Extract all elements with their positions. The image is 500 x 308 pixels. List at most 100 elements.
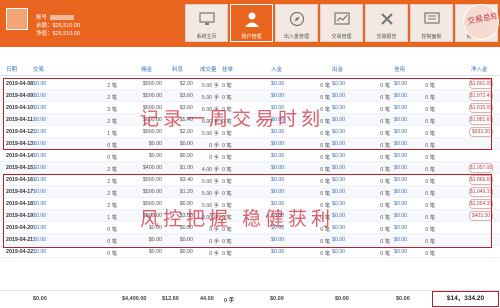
table-row[interactable]: 2019-04-09 $0.00 2 笔 $500.00 $3.60 5.00 手0 笔 $…	[0, 90, 500, 102]
cell-credit-n: 0 笔	[425, 191, 435, 197]
net-deposit-badge[interactable]: $1,891.00	[469, 79, 493, 89]
cell-commission: $500.00	[142, 177, 162, 183]
cell-volume: 5.00 手	[201, 179, 219, 185]
net-deposit-badge[interactable]: $1,881.60	[469, 115, 493, 125]
nav-funds-management[interactable]: 出入金管理	[275, 4, 318, 42]
table-row[interactable]: 2019-04-22 $0.00 0 笔 $0.00 $0.00 0 手0 笔 $0.00 0…	[0, 246, 500, 258]
cell-credit-n: 0 笔	[425, 155, 435, 161]
cell-trade: $0.00	[33, 141, 47, 147]
cell-trades: 2 笔	[107, 83, 117, 89]
col-date[interactable]: 日期	[6, 65, 17, 73]
top-header: 账号 余额：$25,510.00 净值：$25,510.00 系统主页 账户管理…	[0, 0, 500, 47]
cell-credit-n: 0 笔	[425, 203, 435, 209]
cell-withdraw-n: 0 笔	[380, 143, 390, 149]
cell-withdraw-n: 0 笔	[380, 179, 390, 185]
cell-orders: 0 笔	[222, 239, 232, 245]
col-interest[interactable]: 利息	[172, 65, 183, 73]
col-withdraw[interactable]: 出金	[332, 65, 343, 73]
cell-withdraw: $0.00	[332, 105, 346, 111]
cell-withdraw-n: 0 笔	[380, 251, 390, 257]
monitor-icon	[198, 10, 216, 28]
cell-deposit-n: 0 笔	[320, 239, 330, 245]
cell-interest: $2.00	[179, 81, 193, 87]
table-row[interactable]: 2019-04-17 $0.00 2 笔 $500.00 $1.20 5.00 手0 笔 $…	[0, 186, 500, 198]
cell-credit-n: 0 笔	[425, 143, 435, 149]
cell-withdraw-n: 0 笔	[380, 227, 390, 233]
cell-volume: 5.00 手	[201, 95, 219, 101]
cell-trade: $0.00	[33, 201, 47, 207]
equity-value: $25,510.00	[52, 31, 81, 37]
net-deposit-badge[interactable]: $933.20	[469, 127, 493, 137]
cell-date: 2019-04-17	[6, 189, 34, 195]
cell-credit: $0.00	[394, 249, 408, 255]
net-deposit-badge[interactable]: $1,872.40	[469, 91, 493, 101]
cell-interest: $1.00	[179, 165, 193, 171]
cell-credit: $0.00	[394, 141, 408, 147]
cell-credit-n: 0 笔	[425, 131, 435, 137]
cell-volume: 0 手	[209, 239, 219, 245]
equity-label: 净值：	[36, 31, 53, 37]
table-row[interactable]: 2019-04-15 $0.00 2 笔 $400.00 $1.00 4.00 手0 笔 $…	[0, 162, 500, 174]
cell-deposit-n: 0 笔	[320, 83, 330, 89]
cell-credit-n: 0 笔	[425, 83, 435, 89]
cell-trade: $0.00	[33, 213, 47, 219]
cell-trade: $0.00	[33, 81, 47, 87]
overlay-caption-2: 风控把握 稳健获利	[140, 208, 335, 230]
cell-trades: 2 笔	[107, 191, 117, 197]
cell-volume: 5.00 手	[201, 191, 219, 197]
cell-credit-n: 0 笔	[425, 107, 435, 113]
col-orders[interactable]: 挂单	[222, 65, 233, 73]
net-deposit-badge[interactable]: $1,554.30	[469, 199, 493, 209]
nav-system-home[interactable]: 系统主页	[185, 4, 228, 42]
net-deposit-badge[interactable]: $403.30	[469, 211, 493, 221]
cell-trades: 2 笔	[107, 203, 117, 209]
col-volume[interactable]: 成交量	[200, 65, 217, 73]
cell-volume: 0 手	[209, 143, 219, 149]
cell-date: 2019-04-08	[6, 81, 34, 87]
nav-trade-management[interactable]: 交易管理	[320, 4, 363, 42]
col-net[interactable]: 净入金	[471, 65, 488, 73]
nav-control-panel[interactable]: 控制面板	[410, 4, 453, 42]
cell-credit: $0.00	[394, 237, 408, 243]
cell-withdraw: $0.00	[332, 165, 346, 171]
cell-volume: 0 手	[209, 155, 219, 161]
net-deposit-badge[interactable]: $1,957.00	[469, 163, 493, 173]
table-row[interactable]: 2019-04-14 $0.00 0 笔 $0.00 $0.00 0 手0 笔 $0.00 0…	[0, 150, 500, 162]
table-row[interactable]: 2019-04-16 $0.00 2 笔 $500.00 $3.40 5.00 手0 笔 $…	[0, 174, 500, 186]
cell-trades: 0 笔	[107, 227, 117, 233]
table-row[interactable]: 2019-04-21 $0.00 0 笔 $0.00 $0.00 0 手0 笔 $0.00 0…	[0, 234, 500, 246]
col-trade[interactable]: 交易	[33, 65, 44, 73]
cell-orders: 0 笔	[222, 83, 232, 89]
cell-orders: 0 笔	[222, 95, 232, 101]
table-row[interactable]: 2019-04-13 $0.00 0 笔 $0.00 $0.00 0 手0 笔 $0.00 0…	[0, 138, 500, 150]
cell-volume: 5.00 手	[201, 83, 219, 89]
cell-deposit: $0.00	[271, 153, 285, 159]
cell-interest: $3.40	[179, 177, 193, 183]
cell-credit: $0.00	[394, 189, 408, 195]
nav-trade-report[interactable]: 交易报告	[365, 4, 408, 42]
cell-withdraw: $0.00	[332, 189, 346, 195]
cell-interest: $1.20	[179, 189, 193, 195]
cell-commission: $500.00	[142, 81, 162, 87]
cell-deposit-n: 0 笔	[320, 155, 330, 161]
logo-seal: 交易总结	[463, 4, 499, 40]
cell-orders: 0 笔	[222, 191, 232, 197]
avatar[interactable]	[6, 8, 28, 30]
nav-label: 账户管理	[241, 34, 262, 40]
totals-row: $0.00 $4,400.00 $12.60 44.00 0 手 $0.00 $…	[0, 290, 500, 308]
net-deposit-badge[interactable]: $1,049.10	[469, 187, 493, 197]
col-credit[interactable]: 信用	[394, 65, 405, 73]
nav-label: 出入金管理	[283, 34, 309, 40]
cell-withdraw: $0.00	[332, 249, 346, 255]
col-deposit[interactable]: 入金	[271, 65, 282, 73]
cell-deposit-n: 0 笔	[320, 251, 330, 257]
nav-account-management[interactable]: 账户管理	[230, 4, 273, 42]
table-row[interactable]: 2019-04-08 $0.00 2 笔 $500.00 $2.00 5.00 手0 笔 $…	[0, 78, 500, 90]
summary-table: 日期 交易 佣金 利息 成交量 挂单 入金 出金 信用 净入金 2019-04-…	[0, 50, 500, 308]
col-commission[interactable]: 佣金	[141, 65, 152, 73]
cell-trades: 0 笔	[107, 155, 117, 161]
cell-trades: 2 笔	[107, 95, 117, 101]
net-deposit-badge[interactable]: $1,815.00	[469, 103, 493, 113]
net-deposit-badge[interactable]: $1,866.60	[469, 175, 493, 185]
cell-trade: $0.00	[33, 249, 47, 255]
